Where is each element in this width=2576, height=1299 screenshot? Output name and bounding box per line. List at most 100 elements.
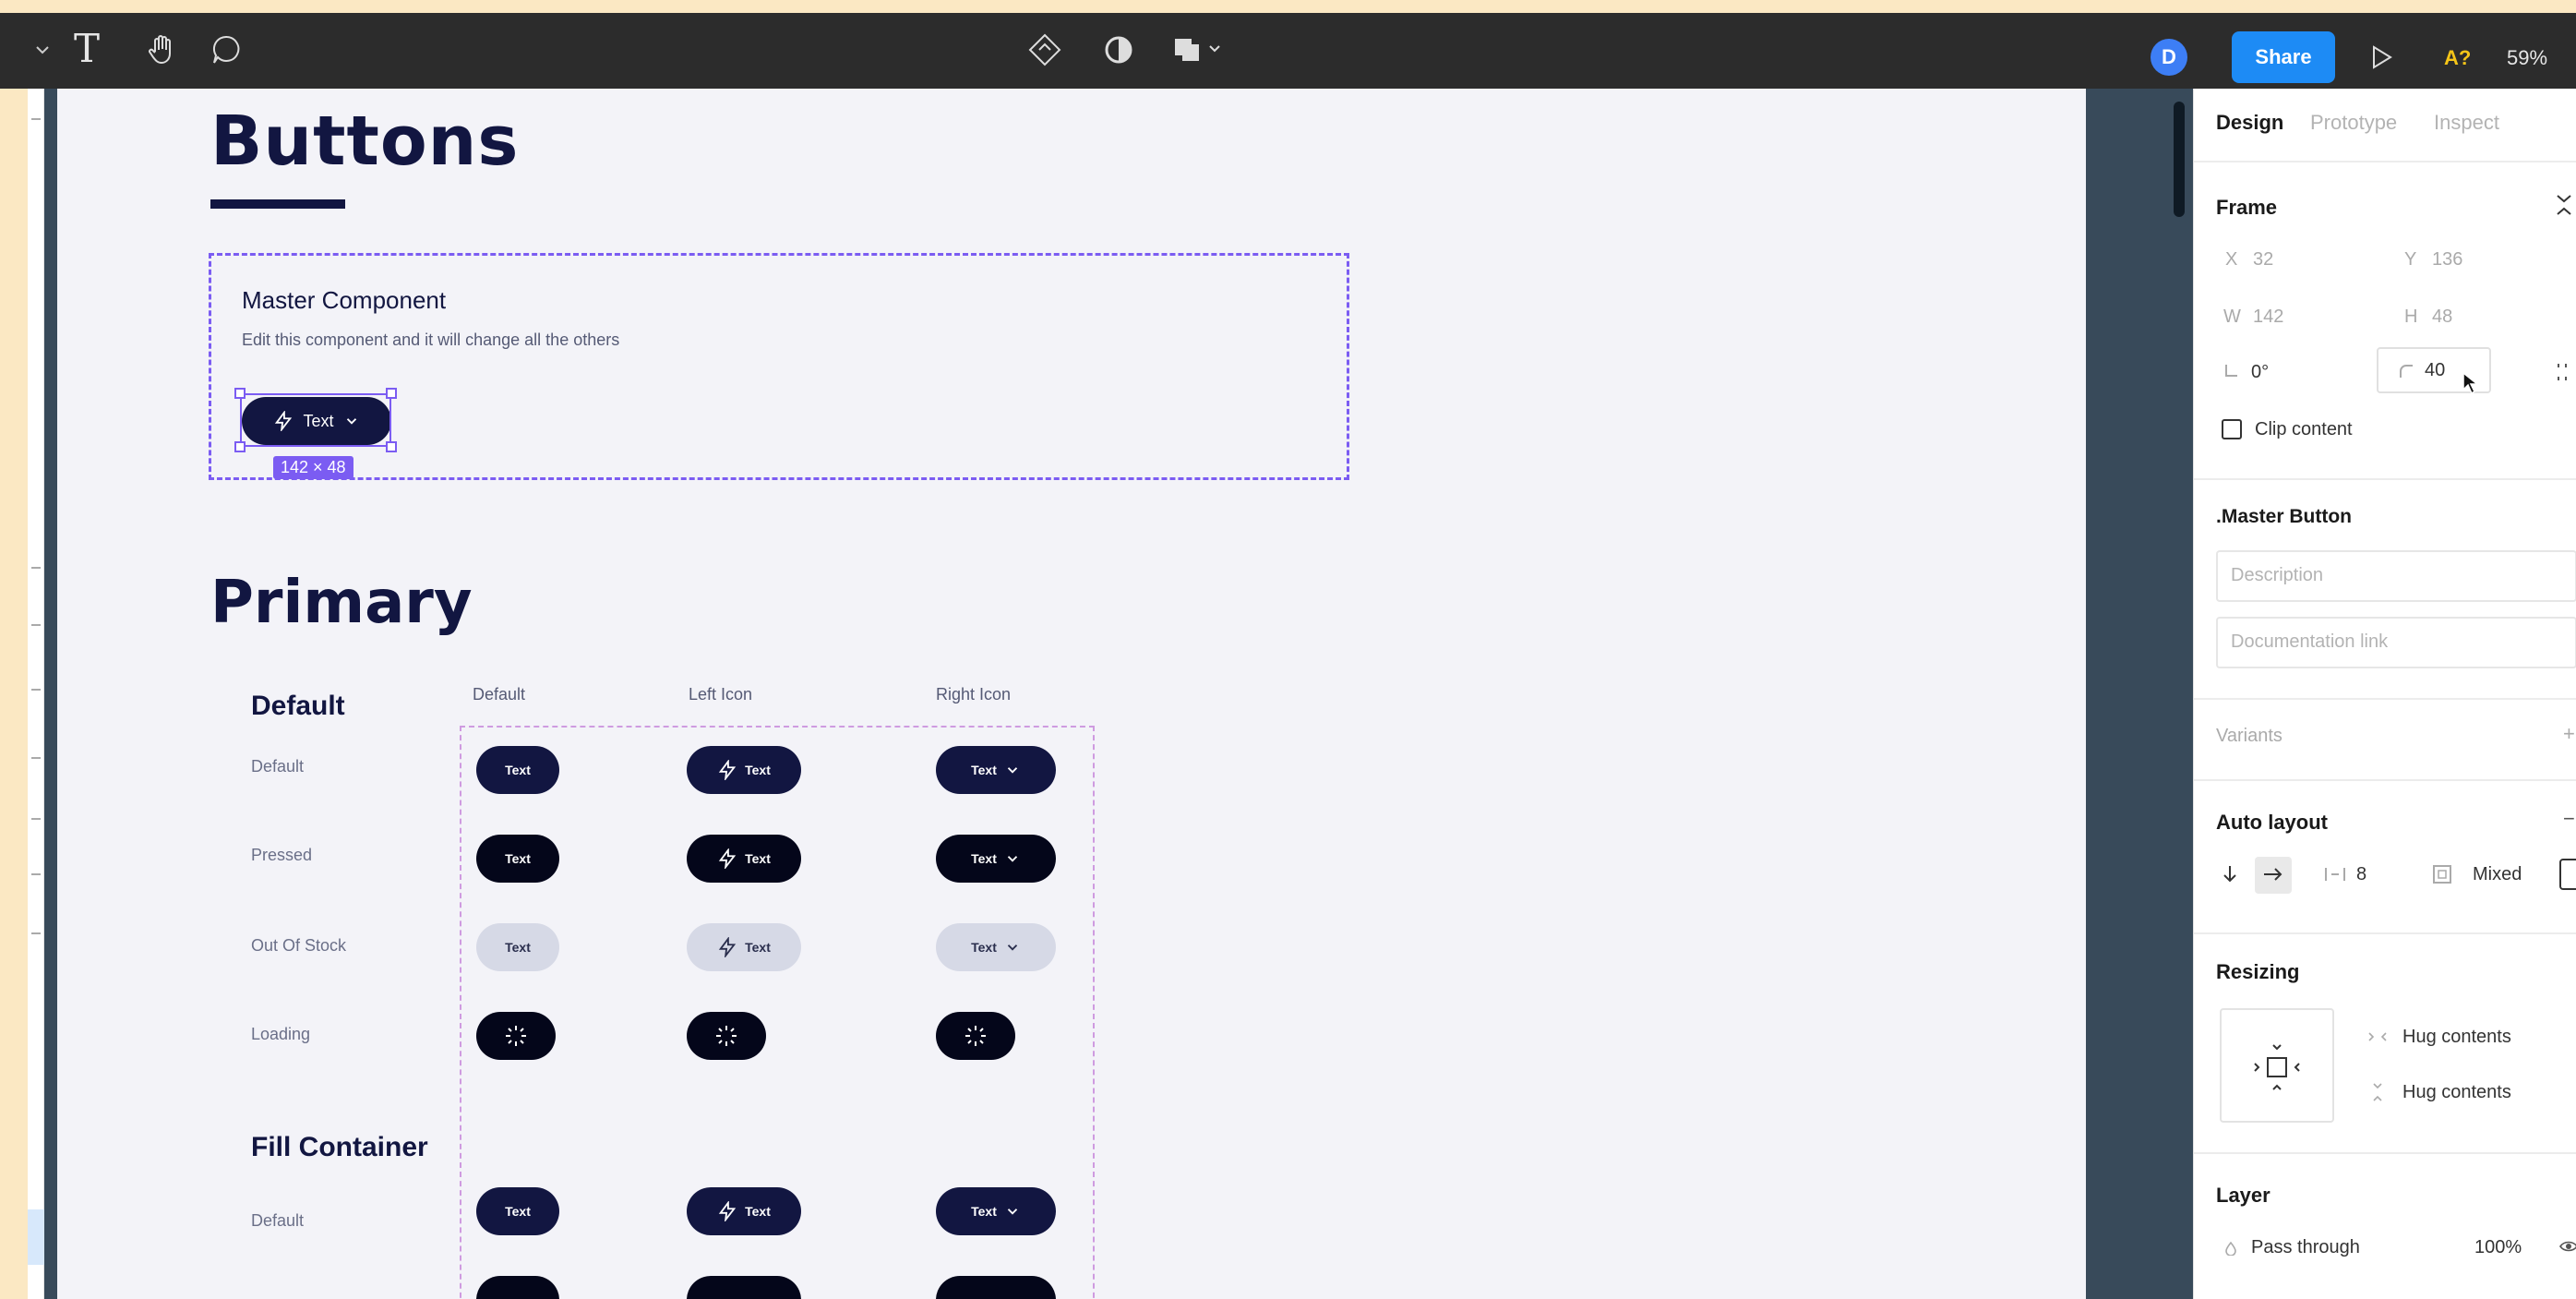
padding-value[interactable]: Mixed: [2473, 864, 2522, 885]
button-label: Text: [745, 851, 771, 866]
resize-handle[interactable]: [234, 388, 246, 399]
selected-layer-row[interactable]: [28, 1209, 44, 1265]
spacing-icon: [2325, 868, 2345, 881]
top-strip: [0, 0, 2576, 13]
button-oos-left-icon[interactable]: Text: [687, 923, 801, 971]
tab-inspect[interactable]: Inspect: [2434, 111, 2499, 135]
blend-mode[interactable]: Pass through: [2251, 1237, 2360, 1258]
constraints-icon[interactable]: [2556, 192, 2572, 218]
hand-tool-icon[interactable]: [138, 26, 186, 74]
rotation-icon: [2225, 365, 2237, 377]
row-label: Loading: [251, 1025, 311, 1043]
chevron-down-icon: [1007, 944, 1018, 951]
column-header-left-icon: Left Icon: [689, 685, 753, 704]
button-pressed-default[interactable]: Text: [476, 835, 559, 883]
rotation-value[interactable]: 0°: [2251, 362, 2269, 383]
accessibility-badge[interactable]: A?: [2444, 46, 2471, 70]
add-variant-icon[interactable]: +: [2563, 722, 2575, 746]
button-fill-default[interactable]: Text: [476, 1187, 559, 1235]
play-icon[interactable]: [2366, 42, 2396, 72]
cursor-icon: [2462, 371, 2480, 395]
row-label: Default: [251, 1211, 305, 1230]
corner-radius-value[interactable]: 40: [2425, 360, 2445, 381]
button-fill-pressed[interactable]: [476, 1276, 559, 1299]
chevron-down-icon: [1007, 767, 1018, 774]
size-badge: 142 × 48: [273, 456, 353, 479]
button-default-left-icon[interactable]: Text: [687, 746, 801, 794]
x-label: X: [2225, 249, 2238, 270]
button-fill-left-icon[interactable]: Text: [687, 1187, 801, 1235]
w-value[interactable]: 142: [2253, 307, 2283, 328]
vertical-resizing[interactable]: Hug contents: [2402, 1082, 2511, 1103]
button-label: Text: [971, 1204, 997, 1219]
item-spacing-value[interactable]: 8: [2356, 864, 2366, 885]
chevron-down-icon[interactable]: [18, 26, 66, 74]
button-loading-right-icon[interactable]: [936, 1012, 1015, 1060]
resize-handle[interactable]: [234, 441, 246, 452]
button-default-default[interactable]: Text: [476, 746, 559, 794]
eye-icon[interactable]: [2559, 1239, 2576, 1254]
section-title: Primary: [210, 569, 473, 637]
row-label: Pressed: [251, 846, 313, 864]
button-pressed-right-icon[interactable]: Text: [936, 835, 1056, 883]
frame-section-title[interactable]: Frame: [2216, 196, 2277, 220]
contrast-icon[interactable]: [1095, 26, 1143, 74]
resize-handle[interactable]: [386, 388, 397, 399]
h-value[interactable]: 48: [2432, 307, 2452, 328]
button-loading-left-icon[interactable]: [687, 1012, 766, 1060]
alignment-button[interactable]: [2559, 859, 2576, 890]
layer-title: Layer: [2216, 1184, 2270, 1207]
share-button[interactable]: Share: [2232, 31, 2335, 83]
design-canvas[interactable]: Buttons Master Component Edit this compo…: [57, 89, 2086, 1299]
chevron-down-icon: [1007, 1209, 1018, 1215]
button-pressed-left-icon[interactable]: Text: [687, 835, 801, 883]
button-label: Text: [745, 940, 771, 955]
w-label: W: [2223, 307, 2241, 327]
bolt-icon: [718, 1201, 737, 1221]
component-icon[interactable]: [1021, 26, 1069, 74]
resize-handle[interactable]: [386, 441, 397, 452]
canvas-scrollbar[interactable]: [2174, 102, 2185, 217]
button-label: Text: [505, 940, 531, 955]
button-loading-default[interactable]: [476, 1012, 556, 1060]
group-title-default: Default: [251, 691, 345, 721]
clip-content-checkbox[interactable]: [2222, 419, 2242, 439]
variants-title[interactable]: Variants: [2216, 726, 2282, 747]
group-title-fill-container: Fill Container: [251, 1132, 428, 1162]
button-fill-right-icon[interactable]: Text: [936, 1187, 1056, 1235]
canvas-edge: [2086, 89, 2193, 1299]
button-fill-pressed-right-icon[interactable]: [936, 1276, 1056, 1299]
tab-prototype[interactable]: Prototype: [2310, 111, 2397, 135]
text-tool[interactable]: T: [74, 26, 100, 71]
remove-auto-layout-icon[interactable]: −: [2563, 807, 2575, 831]
button-oos-default[interactable]: Text: [476, 923, 559, 971]
button-oos-right-icon[interactable]: Text: [936, 923, 1056, 971]
comment-icon[interactable]: [203, 26, 251, 74]
arrow-down-icon[interactable]: [2222, 864, 2238, 884]
user-avatar[interactable]: D: [2151, 39, 2187, 76]
horizontal-resizing[interactable]: Hug contents: [2402, 1027, 2511, 1048]
button-label: Text: [971, 851, 997, 866]
button-label: Text: [505, 763, 531, 777]
documentation-link-field[interactable]: Documentation link: [2216, 617, 2576, 668]
layer-opacity[interactable]: 100%: [2474, 1237, 2522, 1258]
y-label: Y: [2404, 249, 2417, 270]
y-value[interactable]: 136: [2432, 249, 2462, 271]
bolt-icon: [718, 760, 737, 780]
toolbar: T D Share A? 59%: [0, 13, 2576, 89]
spinner-icon: [965, 1026, 986, 1046]
boolean-ops-icon[interactable]: [1165, 26, 1239, 74]
tab-design[interactable]: Design: [2216, 111, 2283, 135]
master-component-description: Edit this component and it will change a…: [242, 331, 620, 349]
button-default-right-icon[interactable]: Text: [936, 746, 1056, 794]
h-label: H: [2404, 307, 2418, 327]
x-value[interactable]: 32: [2253, 249, 2273, 271]
component-name[interactable]: .Master Button: [2216, 506, 2352, 528]
hug-contents-icon: [2254, 1044, 2300, 1090]
description-field[interactable]: Description: [2216, 550, 2576, 602]
zoom-level[interactable]: 59%: [2507, 46, 2547, 70]
independent-corners-icon[interactable]: [2556, 362, 2569, 382]
button-fill-pressed-left-icon[interactable]: [687, 1276, 801, 1299]
row-label: Out Of Stock: [251, 936, 347, 955]
panel-divider: [44, 89, 57, 1299]
